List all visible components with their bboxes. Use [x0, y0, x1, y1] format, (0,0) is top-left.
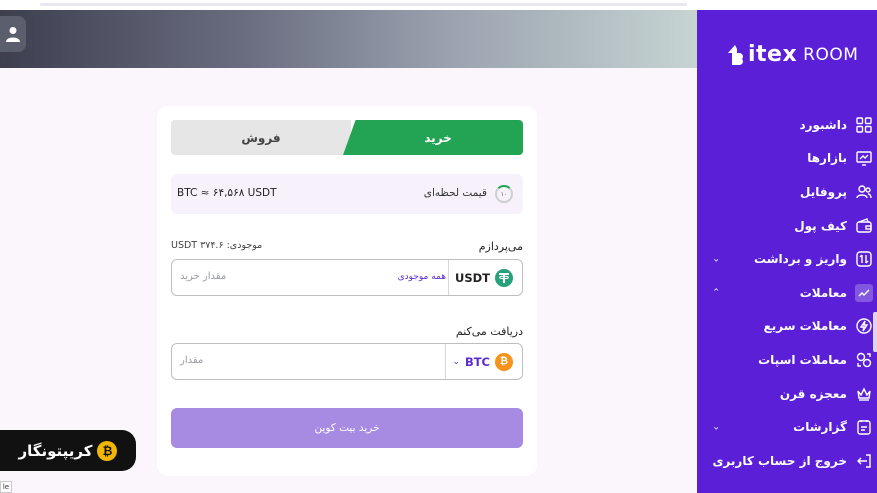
tab-sell[interactable]: فروش	[171, 120, 351, 155]
spot-trade-icon	[855, 351, 873, 369]
pay-coin-name: USDT	[454, 270, 490, 285]
receive-coin-name: BTC	[464, 354, 490, 369]
sidebar-item-trades[interactable]: ⌃ معاملات	[697, 276, 877, 310]
logout-icon	[855, 452, 873, 470]
sidebar-menu: داشبورد بازارها پروفایل کیف پول ⌄ واریز …	[697, 108, 877, 478]
sidebar-item-label: کیف پول	[794, 218, 847, 233]
bitcoin-icon: ₿	[495, 352, 513, 371]
trades-chart-icon	[855, 283, 873, 302]
sidebar-item-label: واریز و برداشت	[753, 252, 847, 267]
browser-top-strip	[0, 0, 877, 10]
top-divider	[40, 3, 687, 6]
header-banner	[0, 10, 697, 68]
pay-label: می‌پردازم	[478, 240, 523, 253]
chevron-down-icon: ⌄	[452, 356, 460, 367]
logo[interactable]: itex ROOM	[725, 42, 858, 67]
usdt-icon	[495, 268, 513, 287]
all-balance-link[interactable]: همه موجودی	[398, 272, 446, 282]
pay-amount-field[interactable]: مقدار خرید همه موجودی USDT	[171, 259, 523, 296]
buy-bitcoin-button[interactable]: خرید بیت کوین	[171, 408, 523, 448]
sidebar-item-deposit-withdraw[interactable]: ⌄ واریز و برداشت	[697, 242, 877, 276]
chevron-down-icon: ⌄	[712, 253, 721, 265]
receive-amount-field[interactable]: مقدار ⌄ BTC ₿	[171, 343, 523, 380]
sidebar-item-wallet[interactable]: کیف پول	[697, 209, 877, 243]
profile-users-icon	[855, 183, 873, 201]
deposit-withdraw-icon	[855, 250, 873, 268]
chevron-down-icon: ⌄	[712, 421, 721, 433]
sidebar-item-label: داشبورد	[799, 117, 847, 132]
logo-text: itex	[748, 42, 798, 67]
sidebar-item-logout[interactable]: خروج از حساب کاربری	[697, 444, 877, 478]
market-chart-icon	[855, 149, 873, 167]
balance-readout: موجودی: USDT ۳۷۴.۶	[171, 240, 262, 251]
sidebar-item-label: معاملات اسپات	[758, 352, 847, 367]
sidebar-item-reports[interactable]: ⌄ گزارشات	[697, 410, 877, 444]
sidebar-item-spot-trades[interactable]: معاملات اسپات	[697, 343, 877, 377]
wallet-icon	[855, 217, 873, 235]
watermark-text: کریپتونگار	[18, 441, 93, 460]
user-avatar-button[interactable]	[0, 16, 26, 52]
balance-label: موجودی:	[226, 240, 263, 251]
sidebar-item-label: معاملات	[799, 285, 847, 300]
sidebar-item-dashboard[interactable]: داشبورد	[697, 108, 877, 142]
pay-amount-placeholder: مقدار خرید	[180, 271, 227, 282]
sidebar: itex ROOM داشبورد بازارها پروفایل کیف پو	[697, 10, 877, 493]
quick-trade-card: فروش خرید BTC ≈ ۶۴,۵۶۸ USDT قیمت لحظه‌ای…	[157, 106, 537, 476]
sidebar-item-markets[interactable]: بازارها	[697, 142, 877, 176]
receive-coin-selector[interactable]: ⌄ BTC ₿	[445, 344, 522, 379]
coin-logo-icon: ₿	[97, 440, 118, 461]
pay-coin-selector[interactable]: USDT	[447, 260, 522, 295]
logo-subtext: ROOM	[803, 44, 859, 65]
sidebar-item-label: پروفایل	[799, 184, 847, 199]
price-value: BTC ≈ ۶۴,۵۶۸ USDT	[177, 187, 277, 199]
sidebar-item-label: معجزه قرن	[779, 386, 847, 401]
live-price-box: BTC ≈ ۶۴,۵۶۸ USDT قیمت لحظه‌ای ۱۰	[171, 174, 523, 214]
quick-trade-icon	[855, 317, 873, 335]
sidebar-item-century-miracle[interactable]: معجزه قرن	[697, 377, 877, 411]
corner-label: le	[0, 481, 12, 493]
user-icon	[6, 27, 20, 42]
price-label: قیمت لحظه‌ای	[423, 187, 487, 199]
watermark-badge: کریپتونگار ₿	[0, 430, 136, 471]
crown-icon	[855, 385, 873, 403]
sidebar-item-profile[interactable]: پروفایل	[697, 175, 877, 209]
scroll-handle[interactable]	[873, 312, 877, 352]
bitex-logo-icon	[728, 44, 743, 65]
trade-tabs: فروش خرید	[171, 120, 523, 155]
dashboard-grid-icon	[855, 116, 873, 134]
receive-label: دریافت می‌کنم	[455, 325, 523, 338]
tab-buy[interactable]: خرید	[343, 120, 523, 155]
sidebar-item-label: معاملات سریع	[763, 319, 847, 334]
chevron-up-icon: ⌃	[712, 287, 721, 299]
reports-icon	[855, 418, 873, 436]
receive-amount-placeholder: مقدار	[180, 355, 204, 366]
sidebar-item-quick-trades[interactable]: معاملات سریع	[697, 310, 877, 344]
sidebar-item-label: گزارشات	[793, 420, 847, 435]
sidebar-item-label: خروج از حساب کاربری	[712, 453, 847, 468]
balance-value: USDT ۳۷۴.۶	[171, 240, 224, 251]
refresh-timer-icon: ۱۰	[495, 185, 513, 203]
sidebar-item-label: بازارها	[807, 151, 847, 166]
